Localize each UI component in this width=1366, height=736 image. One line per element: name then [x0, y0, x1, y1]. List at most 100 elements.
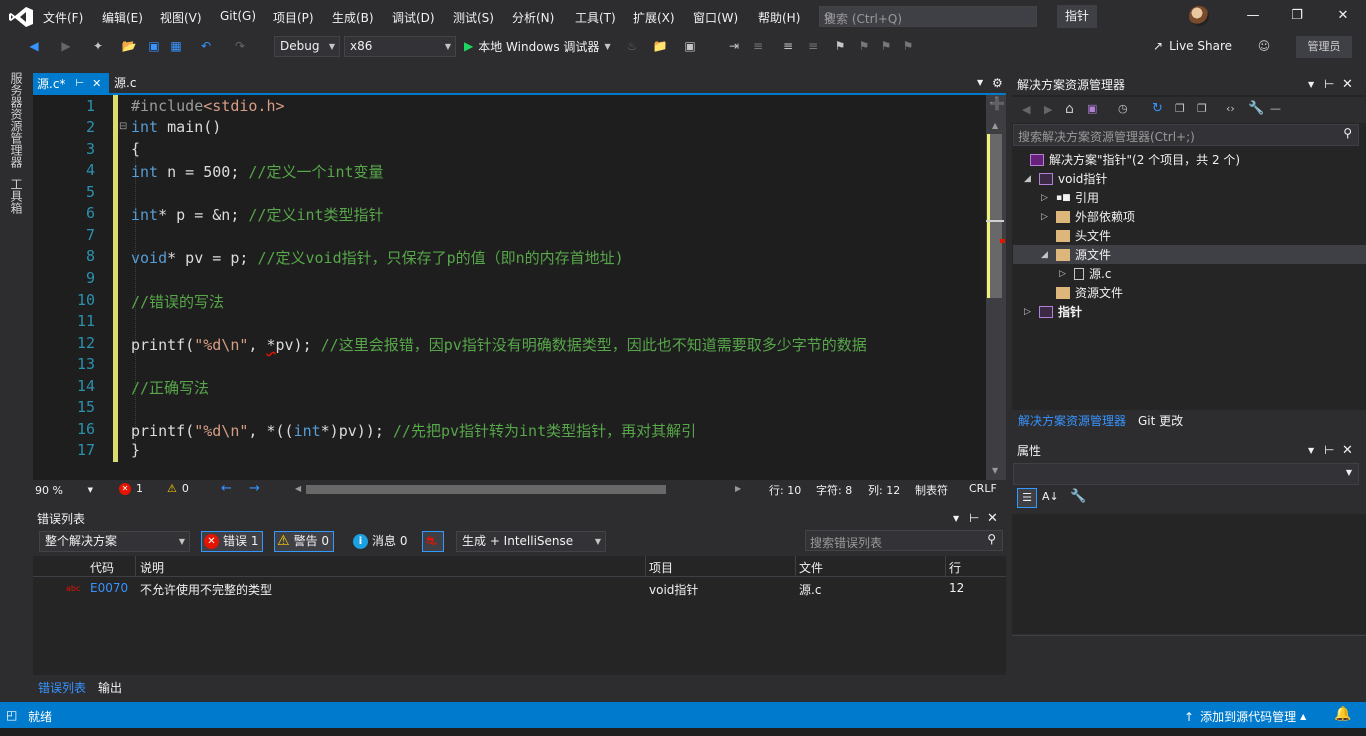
pin-icon[interactable]: ⊢	[75, 74, 84, 94]
solution-search-input[interactable]: 搜索解决方案资源管理器(Ctrl+;) ⚲	[1013, 124, 1359, 146]
property-pages-icon[interactable]: 🔧	[1070, 489, 1086, 504]
bookmark-icon[interactable]: ⚑	[832, 38, 848, 54]
open-file-icon[interactable]: 📂	[121, 38, 137, 54]
close-icon[interactable]: ✕	[1333, 6, 1353, 26]
tab-solution-explorer[interactable]: 解决方案资源管理器	[1018, 412, 1126, 429]
scroll-right-icon[interactable]: ▶	[735, 484, 741, 493]
tab-output[interactable]: 输出	[98, 679, 122, 696]
screenshot-icon[interactable]: ▣	[682, 38, 698, 54]
panel-menu-icon[interactable]: ▼	[1308, 446, 1314, 455]
back-icon[interactable]: ◀	[26, 38, 42, 54]
indent-icon[interactable]: ≡	[750, 38, 766, 54]
undo-icon[interactable]: ↶	[198, 38, 214, 54]
menu-analyze[interactable]: 分析(N)	[512, 9, 554, 26]
menu-view[interactable]: 视图(V)	[160, 9, 202, 26]
bookmark-clear-icon[interactable]: ⚑	[900, 38, 916, 54]
show-all-files-icon[interactable]: ❐	[1197, 102, 1207, 115]
tab-list-icon[interactable]: ▼	[977, 78, 983, 87]
step-icon[interactable]: ⇥	[726, 38, 742, 54]
tree-project-void[interactable]: ◢ void指针	[1024, 170, 1107, 187]
column-line[interactable]: 行	[949, 559, 961, 576]
avatar[interactable]	[1189, 6, 1209, 26]
visual-studio-logo-icon[interactable]	[8, 6, 34, 28]
pin-icon[interactable]: ⊢	[969, 511, 979, 525]
config-dropdown[interactable]: Debug ▼	[274, 36, 340, 57]
forward-icon[interactable]: ▶	[1044, 103, 1052, 116]
column-description[interactable]: 说明	[140, 559, 164, 576]
properties-object-dropdown[interactable]: ▼	[1013, 463, 1359, 485]
menu-test[interactable]: 测试(S)	[453, 9, 494, 26]
redo-icon[interactable]: ↷	[232, 38, 248, 54]
tab-source-modified[interactable]: 源.c* ⊢ ✕	[33, 73, 109, 94]
notification-bell-icon[interactable]: 🔔	[1334, 706, 1351, 722]
collapse-all-icon[interactable]: ❐	[1175, 102, 1185, 115]
toolbox-tab[interactable]: 工具箱	[8, 178, 25, 214]
start-debugging-button[interactable]: ▶ 本地 Windows 调试器 ▼	[464, 38, 611, 54]
preview-icon[interactable]: —	[1270, 102, 1281, 115]
scope-dropdown[interactable]: 整个解决方案 ▼	[39, 531, 190, 552]
tree-source-c[interactable]: ▷ 源.c	[1059, 265, 1111, 282]
folder-icon[interactable]: 📁	[652, 38, 668, 54]
panel-menu-icon[interactable]: ▼	[1308, 80, 1314, 89]
scroll-down-icon[interactable]: ▼	[992, 466, 998, 475]
add-to-source-control-button[interactable]: ↑ 添加到源代码管理 ▲	[1184, 708, 1306, 725]
menu-file[interactable]: 文件(F)	[43, 9, 83, 26]
code-area[interactable]: #include<stdio.h> int main() { int n = 5…	[119, 95, 985, 480]
errors-filter-button[interactable]: ✕ 错误 1	[201, 531, 264, 552]
properties-wrench-icon[interactable]: 🔧	[1248, 101, 1264, 116]
tab-error-list[interactable]: 错误列表	[38, 679, 86, 696]
scroll-left-icon[interactable]: ◀	[295, 484, 301, 493]
code-view-icon[interactable]: ‹›	[1226, 102, 1235, 115]
back-icon[interactable]: ◀	[1022, 103, 1030, 116]
line-ending[interactable]: CRLF	[969, 482, 997, 495]
zoom-dropdown[interactable]: 90 % ▼	[35, 483, 93, 497]
split-icon[interactable]: ➕	[989, 97, 1005, 112]
minimize-icon[interactable]: —	[1243, 6, 1263, 26]
home-icon[interactable]: ⌂	[1065, 101, 1074, 117]
menu-build[interactable]: 生成(B)	[332, 9, 374, 26]
close-panel-icon[interactable]: ✕	[1342, 77, 1353, 92]
menu-git[interactable]: Git(G)	[220, 9, 256, 23]
pin-icon[interactable]: ⊢	[1324, 77, 1334, 91]
scroll-up-icon[interactable]: ▲	[992, 121, 998, 130]
menu-window[interactable]: 窗口(W)	[693, 9, 738, 26]
build-filter-dropdown[interactable]: 生成 + IntelliSense ▼	[456, 531, 606, 552]
close-tab-icon[interactable]: ✕	[92, 74, 101, 94]
messages-filter-button[interactable]: i 消息 0	[350, 531, 412, 552]
restore-icon[interactable]: ❐	[1287, 6, 1307, 26]
nav-back-icon[interactable]: ←	[221, 481, 232, 496]
output-window-icon[interactable]: ◰	[6, 708, 17, 722]
horizontal-scroll-thumb[interactable]	[306, 485, 666, 494]
tree-external-deps[interactable]: ▷ 外部依赖项	[1041, 208, 1135, 225]
close-panel-icon[interactable]: ✕	[1342, 443, 1353, 458]
warnings-filter-button[interactable]: ⚠ 警告 0	[274, 531, 335, 552]
save-icon[interactable]: ▣	[146, 38, 162, 54]
tree-header-files[interactable]: 头文件	[1056, 227, 1111, 244]
indent-mode[interactable]: 制表符	[915, 482, 948, 498]
tree-solution[interactable]: 解决方案"指针"(2 个项目，共 2 个)	[1030, 151, 1240, 168]
column-project[interactable]: 项目	[649, 559, 673, 576]
error-count[interactable]: ✕ 1	[119, 482, 143, 495]
sync-icon[interactable]: ↻	[1152, 101, 1163, 116]
menu-help[interactable]: 帮助(H)	[758, 9, 800, 26]
settings-gear-icon[interactable]: ⚙	[992, 76, 1003, 90]
menu-edit[interactable]: 编辑(E)	[102, 9, 143, 26]
new-item-icon[interactable]: ✦	[90, 38, 106, 54]
menu-extensions[interactable]: 扩展(X)	[633, 9, 675, 26]
tree-source-files[interactable]: ◢ 源文件	[1041, 246, 1111, 263]
column-code[interactable]: 代码	[90, 559, 114, 576]
history-icon[interactable]: ◷	[1118, 102, 1128, 115]
column-file[interactable]: 文件	[799, 559, 823, 576]
alphabetical-icon[interactable]: A↓	[1042, 490, 1059, 503]
server-explorer-tab[interactable]: 服务器资源管理器	[8, 72, 25, 168]
platform-dropdown[interactable]: x86 ▼	[344, 36, 456, 57]
error-search-input[interactable]: 搜索错误列表 ⚲	[805, 530, 1003, 551]
warning-count[interactable]: ⚠ 0	[167, 482, 189, 495]
bookmark-prev-icon[interactable]: ⚑	[856, 38, 872, 54]
tab-git-changes[interactable]: Git 更改	[1138, 412, 1183, 429]
live-share-button[interactable]: ↗ Live Share	[1153, 39, 1232, 53]
tree-resource-files[interactable]: 资源文件	[1056, 284, 1123, 301]
menu-project[interactable]: 项目(P)	[273, 9, 314, 26]
error-code-link[interactable]: E0070	[90, 581, 128, 595]
menu-tools[interactable]: 工具(T)	[575, 9, 616, 26]
